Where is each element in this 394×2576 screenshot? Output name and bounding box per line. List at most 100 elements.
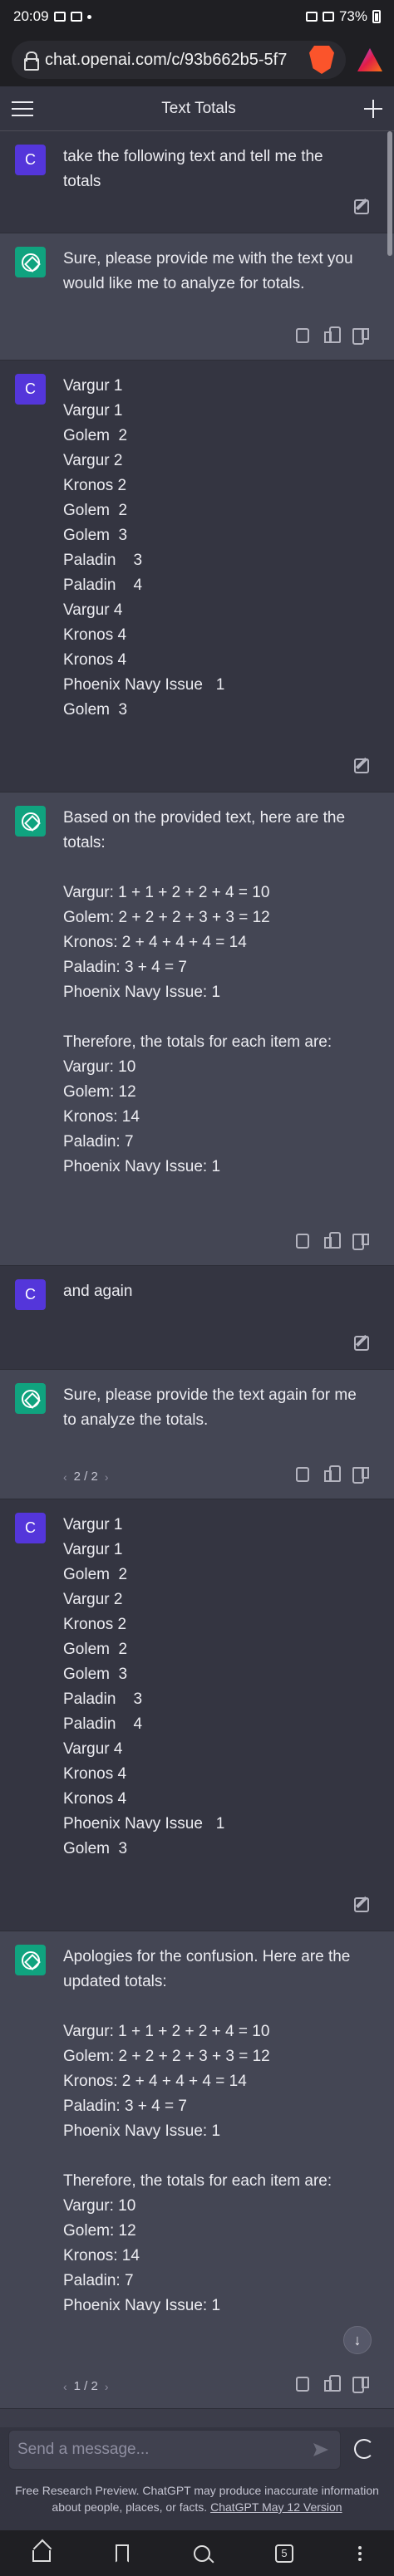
chatgpt-logo-icon <box>15 1945 46 1975</box>
message-line: to analyze the totals. <box>63 1411 209 1429</box>
message-line: Paladin: 3 + 4 = 7 <box>63 2098 187 2115</box>
copy-icon[interactable] <box>296 2377 309 2392</box>
search-icon[interactable] <box>194 2544 210 2562</box>
message-line: Therefore, the totals for each item are: <box>63 1033 332 1051</box>
status-time: 20:09 <box>13 8 49 24</box>
message-line: Golem 3 <box>63 701 128 719</box>
more-menu-icon[interactable] <box>358 2545 362 2561</box>
response-pager: ‹ 1 / 2 › <box>63 2379 109 2393</box>
thumbs-down-icon[interactable] <box>354 1234 369 1249</box>
new-chat-plus-icon[interactable] <box>364 99 382 118</box>
message-line: Vargur 4 <box>63 1740 123 1758</box>
edit-icon[interactable] <box>354 199 369 214</box>
message-actions <box>296 326 369 343</box>
pager-label: 2 / 2 <box>73 1470 98 1484</box>
assistant-message: Sure, please provide me with the text yo… <box>0 233 394 361</box>
message-line: Vargur 4 <box>63 601 123 619</box>
message-line: Golem 2 <box>63 1566 128 1583</box>
message-line: Sure, please provide me with the text yo… <box>63 250 353 267</box>
chevron-right-icon[interactable]: › <box>105 1470 109 1484</box>
chevron-left-icon[interactable]: ‹ <box>63 2380 67 2393</box>
thumbs-up-icon[interactable] <box>324 1465 341 1482</box>
home-icon[interactable] <box>32 2549 51 2562</box>
message-line: Paladin: 7 <box>63 2272 134 2289</box>
copy-icon[interactable] <box>296 1467 309 1482</box>
browser-toolbar: chat.openai.com/c/93b662b5-5f7 <box>0 33 394 86</box>
openai-logo-icon <box>21 1389 40 1408</box>
scroll-to-bottom-button[interactable]: ↓ <box>343 2326 372 2354</box>
message-line: Vargur 1 <box>63 1541 123 1558</box>
notification-dot-icon <box>86 14 91 19</box>
version-link[interactable]: ChatGPT May 12 Version <box>210 2500 342 2514</box>
brave-shields-icon[interactable] <box>309 46 334 74</box>
copy-icon[interactable] <box>296 328 309 343</box>
edit-icon[interactable] <box>354 1897 369 1912</box>
message-line: Phoenix Navy Issue 1 <box>63 1815 225 1833</box>
chatgpt-logo-icon <box>15 1383 46 1414</box>
lock-icon[interactable] <box>23 52 39 71</box>
copy-icon[interactable] <box>296 1234 309 1249</box>
brave-rewards-icon[interactable] <box>357 48 382 71</box>
message-text: Sure, please provide me with the text yo… <box>63 247 371 297</box>
message-text: take the following text and tell me the t… <box>63 145 371 194</box>
response-pager: ‹ 2 / 2 › <box>63 1470 109 1484</box>
message-line: Apologies for the confusion. Here are th… <box>63 1948 351 1965</box>
message-line: Kronos 4 <box>63 1790 127 1808</box>
message-input[interactable] <box>9 2431 292 2469</box>
message-line: Paladin 4 <box>63 577 143 594</box>
thumbs-down-icon[interactable] <box>354 328 369 343</box>
scroll-thumb[interactable] <box>387 131 392 256</box>
disclaimer: Free Research Preview. ChatGPT may produ… <box>8 2482 386 2515</box>
hamburger-menu-icon[interactable] <box>12 101 33 116</box>
thumbs-down-icon[interactable] <box>354 1467 369 1482</box>
chevron-right-icon[interactable]: › <box>105 2380 109 2393</box>
faded-next-message <box>0 2409 394 2427</box>
message-line: Golem 3 <box>63 1840 128 1857</box>
edit-icon[interactable] <box>354 758 369 773</box>
bookmark-icon[interactable] <box>116 2544 129 2563</box>
thumbs-up-icon[interactable] <box>324 326 341 343</box>
url-text[interactable]: chat.openai.com/c/93b662b5-5f7 <box>45 51 301 70</box>
user-avatar: C <box>15 1513 46 1543</box>
message-line: Therefore, the totals for each item are: <box>63 2172 332 2190</box>
user-avatar: C <box>15 374 46 405</box>
user-message: Cand again <box>0 1266 394 1370</box>
chevron-left-icon[interactable]: ‹ <box>63 1470 67 1484</box>
signal-icon <box>322 12 334 22</box>
app-header: Text Totals <box>0 86 394 131</box>
message-actions <box>296 1232 369 1249</box>
message-line: Phoenix Navy Issue: 1 <box>63 2122 221 2140</box>
message-actions <box>296 2375 369 2392</box>
message-icon <box>70 12 82 22</box>
message-line: Vargur: 10 <box>63 1058 136 1076</box>
message-line: Vargur 1 <box>63 402 123 420</box>
thumbs-down-icon[interactable] <box>354 2377 369 2392</box>
message-line: Paladin: 3 + 4 = 7 <box>63 959 187 976</box>
scrollbar[interactable] <box>386 131 394 2407</box>
message-line: updated totals: <box>63 1973 167 1990</box>
send-icon[interactable] <box>313 2443 328 2456</box>
user-message: Ctake the following text and tell me the… <box>0 131 394 233</box>
regenerate-icon[interactable] <box>354 2439 374 2459</box>
address-bar[interactable]: chat.openai.com/c/93b662b5-5f7 <box>12 41 346 79</box>
message-line: Kronos 2 <box>63 477 127 494</box>
message-line: Paladin 3 <box>63 552 143 569</box>
message-line: Kronos: 14 <box>63 1108 140 1126</box>
chatgpt-logo-icon <box>15 806 46 837</box>
edit-icon[interactable] <box>354 1336 369 1351</box>
message-line: Kronos 4 <box>63 651 127 669</box>
message-line: Vargur: 10 <box>63 2197 136 2215</box>
thumbs-up-icon[interactable] <box>324 2375 341 2392</box>
message-input-box[interactable] <box>8 2430 341 2470</box>
message-line: Phoenix Navy Issue 1 <box>63 676 225 694</box>
message-text: Apologies for the confusion. Here are th… <box>63 1945 371 2318</box>
message-line: Golem: 12 <box>63 2222 136 2240</box>
message-line: Vargur 2 <box>63 452 123 469</box>
assistant-message: Sure, please provide the text again for … <box>0 1370 394 1499</box>
tabs-icon[interactable]: 5 <box>275 2544 293 2563</box>
thumbs-up-icon[interactable] <box>324 1232 341 1249</box>
status-bar: 20:09 73% <box>0 0 394 33</box>
message-line: totals <box>63 173 101 190</box>
message-line: Phoenix Navy Issue: 1 <box>63 984 221 1001</box>
message-line: Phoenix Navy Issue: 1 <box>63 2297 221 2314</box>
